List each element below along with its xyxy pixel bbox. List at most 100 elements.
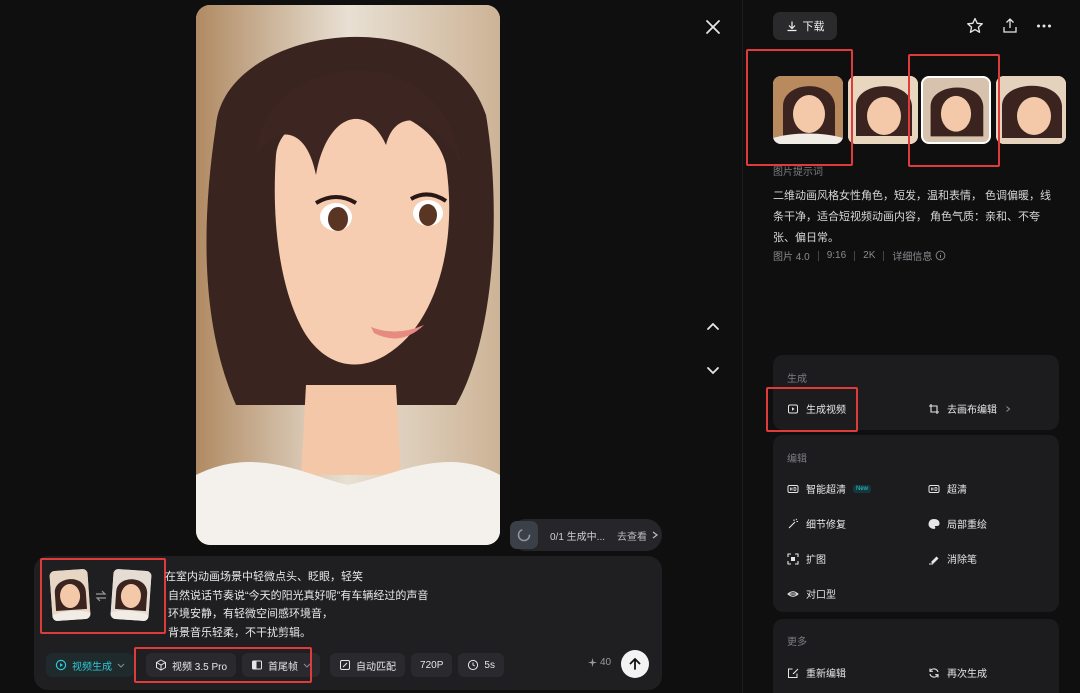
share-icon — [1003, 18, 1017, 33]
eraser-label: 消除笔 — [947, 555, 977, 566]
download-button[interactable]: 下载 — [773, 12, 837, 40]
chevron-right-icon — [652, 531, 659, 539]
upscale-button[interactable]: 超清 — [928, 481, 967, 496]
lip-sync-button[interactable]: 对口型 — [787, 586, 836, 601]
meta-separator — [854, 250, 856, 261]
queue-thumbnail — [510, 521, 538, 549]
canvas-edit-label: 去画布编辑 — [947, 405, 997, 416]
share-button[interactable] — [1000, 16, 1020, 36]
chevron-down-icon — [117, 663, 125, 668]
favorite-button[interactable] — [965, 16, 985, 36]
mode-label: 视频生成 — [72, 661, 112, 673]
prompt-line: 自然说话节奏说“今天的阳光真好呢”有车辆经过的声音 — [168, 589, 429, 602]
mode-select[interactable]: 视频生成 — [46, 653, 134, 677]
regenerate-label: 再次生成 — [947, 669, 987, 680]
ratio-label: 自动匹配 — [356, 661, 397, 673]
main-image — [196, 5, 500, 545]
local-repaint-label: 局部重绘 — [947, 520, 987, 531]
expand-icon — [787, 552, 799, 565]
edit-icon — [788, 668, 799, 678]
prompt-line: 在室内动画场景中轻微点头、眨眼，轻笑 — [165, 571, 363, 583]
next-button[interactable] — [702, 359, 724, 381]
duration-label: 5s — [484, 659, 495, 671]
queue-view-link[interactable]: 去查看 — [617, 528, 647, 543]
eraser-button[interactable]: 消除笔 — [928, 551, 977, 566]
close-button[interactable] — [702, 16, 724, 38]
reference-frames — [40, 558, 166, 634]
chevron-down-icon — [707, 367, 719, 375]
prompt-section-title: 图片提示词 — [773, 167, 823, 178]
generate-video-highlight — [766, 387, 858, 432]
model-frame-highlight — [134, 647, 312, 683]
download-label: 下载 — [802, 21, 825, 33]
detail-fix-label: 细节修复 — [806, 520, 846, 531]
panel-divider — [742, 0, 743, 693]
hd-icon — [787, 484, 799, 493]
thumbnail-highlight — [908, 54, 1000, 167]
star-icon — [967, 17, 983, 33]
eraser-icon — [929, 556, 939, 564]
magic-wand-icon — [788, 518, 798, 528]
sparkle-icon — [588, 658, 597, 667]
more-button[interactable] — [1034, 16, 1054, 36]
meta-resolution: 2K — [863, 250, 876, 261]
regenerate-button[interactable]: 再次生成 — [928, 665, 987, 680]
canvas-edit-button[interactable]: 去画布编辑 — [928, 401, 1012, 416]
lip-sync-label: 对口型 — [806, 590, 836, 601]
meta-model: 图片 4.0 — [773, 252, 810, 263]
first-frame-thumbnail[interactable] — [49, 568, 91, 622]
chevron-right-icon — [1006, 405, 1011, 412]
clock-icon — [468, 659, 479, 671]
expand-button[interactable]: 扩图 — [787, 551, 826, 566]
generation-queue-pill[interactable]: 0/1 生成中... 去查看 — [510, 519, 662, 551]
smart-upscale-button[interactable]: 智能超清 New — [787, 481, 872, 496]
meta-ratio: 9:16 — [826, 250, 847, 261]
detail-fix-button[interactable]: 细节修复 — [787, 516, 846, 531]
meta-separator — [817, 250, 819, 261]
upscale-label: 超清 — [947, 485, 967, 496]
close-icon — [706, 20, 720, 34]
last-frame-thumbnail[interactable] — [110, 568, 152, 622]
thumbnail-highlight — [746, 49, 853, 166]
previous-button[interactable] — [702, 315, 724, 337]
info-icon[interactable] — [935, 250, 946, 261]
loading-icon — [517, 528, 531, 542]
chevron-up-icon — [707, 322, 719, 330]
send-button[interactable] — [621, 650, 649, 678]
expand-label: 扩图 — [806, 555, 826, 566]
variant-thumbnail[interactable] — [996, 76, 1066, 144]
palette-icon — [928, 518, 940, 529]
more-section-title: 更多 — [787, 637, 807, 648]
edit-section-title: 编辑 — [787, 454, 807, 465]
refresh-icon — [929, 667, 939, 678]
more-card: 更多 重新编辑 再次生成 — [773, 619, 1059, 693]
credit-value: 40 — [600, 657, 612, 668]
re-edit-button[interactable]: 重新编辑 — [787, 665, 846, 680]
generate-section-title: 生成 — [787, 374, 807, 385]
meta-separator — [883, 250, 885, 261]
first-frame-image — [49, 568, 91, 622]
last-frame-image — [110, 568, 152, 622]
crop-icon — [929, 403, 939, 414]
image-meta: 图片 4.0 9:16 2K 详细信息 — [773, 248, 946, 263]
aspect-ratio-icon — [340, 660, 351, 670]
variant-image — [996, 76, 1066, 144]
credit-cost: 40 — [588, 657, 611, 668]
local-repaint-button[interactable]: 局部重绘 — [928, 516, 987, 531]
lips-icon — [787, 590, 799, 597]
new-badge: New — [853, 484, 872, 493]
duration-select[interactable]: 5s — [458, 653, 504, 677]
meta-details-link[interactable]: 详细信息 — [892, 248, 932, 263]
resolution-select[interactable]: 720P — [411, 653, 453, 677]
prompt-line: 背景音乐轻柔，不干扰剪辑。 — [168, 626, 311, 639]
prompt-text[interactable]: 在室内动画场景中轻微点头、眨眼，轻笑 自然说话节奏说“今天的阳光真好呢”有车辆经… — [165, 568, 585, 642]
swap-icon[interactable] — [94, 590, 108, 602]
hd-icon — [928, 484, 940, 493]
smart-upscale-label: 智能超清 — [806, 485, 846, 496]
download-icon — [787, 21, 796, 32]
edit-card: 编辑 智能超清 New 超清 细节修复 局部重绘 扩图 消除笔 对口型 — [773, 435, 1059, 612]
resolution-label: 720P — [420, 659, 444, 671]
anime-girl-portrait — [196, 5, 500, 545]
more-icon — [1037, 24, 1051, 28]
ratio-select[interactable]: 自动匹配 — [330, 653, 406, 677]
